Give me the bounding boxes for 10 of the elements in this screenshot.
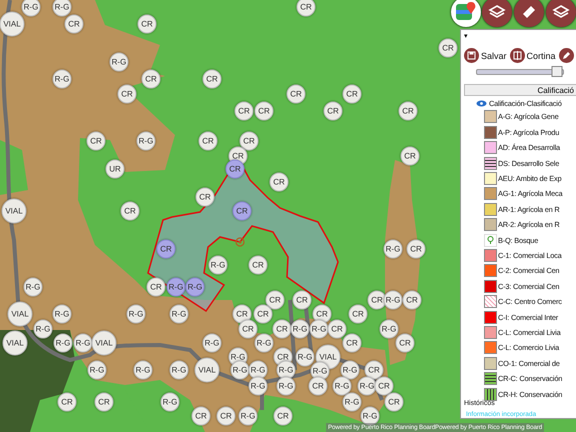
slider-thumb[interactable] xyxy=(551,66,562,77)
opacity-slider[interactable] xyxy=(476,69,564,75)
eye-icon[interactable] xyxy=(476,100,487,108)
floppy-disk-icon xyxy=(464,48,479,63)
split-view-icon xyxy=(510,48,525,63)
target-icon xyxy=(235,237,245,247)
edit-button[interactable] xyxy=(558,48,574,63)
save-button[interactable]: Salvar xyxy=(464,48,507,63)
tab-header[interactable]: Calificació xyxy=(464,84,576,96)
curtain-button[interactable]: Cortina xyxy=(510,48,556,63)
